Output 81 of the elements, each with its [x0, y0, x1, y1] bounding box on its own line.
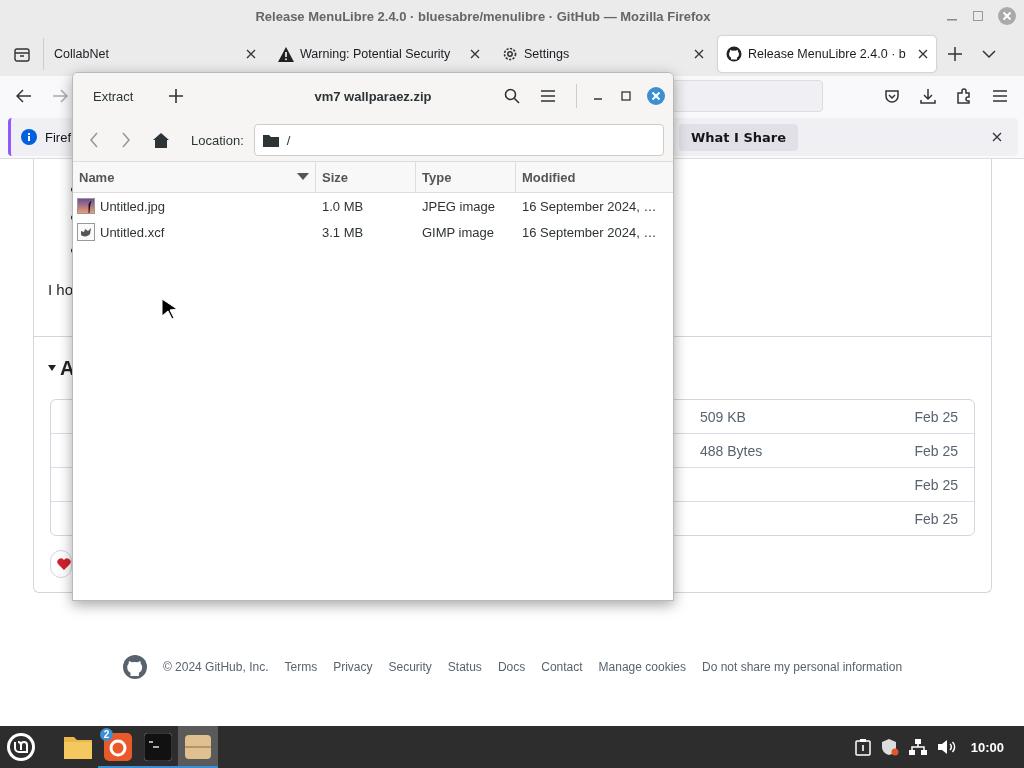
volume-icon[interactable]	[936, 739, 957, 755]
asset-date: Feb 25	[914, 510, 958, 527]
window-title: vm7 wallparaez.zip	[314, 88, 432, 104]
file-modified: 16 September 2024, …	[521, 223, 658, 242]
file-modified: 16 September 2024, …	[521, 197, 658, 216]
terminal-icon	[144, 733, 172, 761]
github-icon	[726, 46, 742, 62]
start-menu-icon[interactable]	[6, 732, 36, 762]
extract-button[interactable]: Extract	[83, 82, 144, 110]
footer-link[interactable]: Manage cookies	[598, 660, 686, 674]
sort-arrow-icon	[297, 173, 309, 181]
chevron-down-icon[interactable]	[982, 49, 996, 59]
heart-icon	[57, 558, 71, 570]
file-type: GIMP image	[421, 223, 495, 242]
browser-tab[interactable]: Warning: Potential Security	[270, 36, 488, 72]
footer-link[interactable]: Do not share my personal information	[701, 660, 903, 674]
github-logo-icon[interactable]	[122, 655, 147, 679]
share-settings-button[interactable]: What I Share	[679, 123, 799, 151]
window-title: Release MenuLibre 2.4.0 · bluesabre/menulibre · GitHub — Mozilla Firefox	[254, 8, 712, 24]
menu-icon[interactable]	[540, 89, 556, 103]
clipboard-icon[interactable]	[854, 738, 871, 756]
close-icon[interactable]	[992, 132, 1002, 142]
column-header[interactable]: Type	[416, 162, 516, 192]
browser-tab[interactable]: Settings	[494, 36, 712, 72]
file-name[interactable]: Untitled.jpg	[100, 198, 166, 214]
notification-text: Firef	[45, 129, 71, 145]
close-icon[interactable]	[694, 49, 704, 59]
image-thumbnail-icon	[77, 198, 95, 214]
asset-date: Feb 25	[914, 442, 958, 459]
folder-icon	[262, 133, 279, 147]
archive-box-icon	[184, 733, 212, 761]
asset-date: Feb 25	[914, 408, 958, 425]
clock[interactable]: 10:00	[970, 739, 1004, 755]
shield-icon[interactable]	[880, 738, 899, 756]
network-icon[interactable]	[908, 739, 927, 755]
download-icon[interactable]	[920, 88, 936, 104]
gimp-file-icon	[77, 223, 95, 241]
asset-size: 509 KB	[700, 408, 746, 425]
tab-list-icon[interactable]	[13, 46, 30, 62]
browser-tab[interactable]: CollabNet	[46, 36, 264, 72]
notification-badge: 2	[100, 728, 113, 741]
asset-date: Feb 25	[914, 476, 958, 493]
plus-icon[interactable]	[169, 89, 184, 103]
location-label: Location:	[191, 132, 244, 148]
search-icon[interactable]	[504, 88, 520, 104]
file-size: 3.1 MB	[321, 223, 365, 242]
copyright-text: © 2024 GitHub, Inc.	[162, 660, 269, 674]
taskbar-app[interactable]	[178, 726, 218, 768]
column-header[interactable]: Size	[316, 162, 416, 192]
back-icon[interactable]	[16, 89, 32, 103]
footer-link[interactable]: Docs	[497, 660, 526, 674]
footer-link[interactable]: Status	[447, 660, 482, 674]
plus-icon[interactable]	[948, 47, 962, 61]
home-icon[interactable]	[153, 132, 169, 148]
close-icon[interactable]	[470, 49, 480, 59]
file-type: JPEG image	[421, 197, 496, 216]
asset-size: 488 Bytes	[700, 442, 763, 459]
pocket-icon[interactable]	[884, 88, 900, 104]
file-name[interactable]: Untitled.xcf	[100, 224, 165, 240]
info-icon	[21, 129, 37, 145]
location-field[interactable]: /	[253, 124, 664, 156]
column-header[interactable]: Modified	[516, 162, 673, 192]
forward-icon[interactable]	[121, 132, 131, 148]
footer-link[interactable]: Terms	[284, 660, 318, 674]
footer-link[interactable]: Security	[388, 660, 432, 674]
column-header[interactable]: Name	[73, 162, 316, 192]
footer-link[interactable]: Contact	[541, 660, 583, 674]
gear-icon	[502, 46, 518, 62]
maximize-icon[interactable]	[621, 91, 631, 101]
browser-tab[interactable]: Release MenuLibre 2.4.0 · b	[718, 36, 936, 72]
close-icon[interactable]	[918, 49, 928, 59]
folder-icon	[63, 734, 93, 760]
menu-icon[interactable]	[992, 89, 1008, 103]
footer-link[interactable]: Privacy	[333, 660, 373, 674]
mouse-pointer-icon	[161, 298, 179, 320]
caret-icon[interactable]	[48, 364, 56, 372]
warning-icon	[278, 46, 294, 62]
paragraph-text: I ho	[48, 281, 74, 298]
file-size: 1.0 MB	[321, 197, 365, 216]
puzzle-icon[interactable]	[956, 88, 972, 104]
close-icon[interactable]	[246, 49, 256, 59]
